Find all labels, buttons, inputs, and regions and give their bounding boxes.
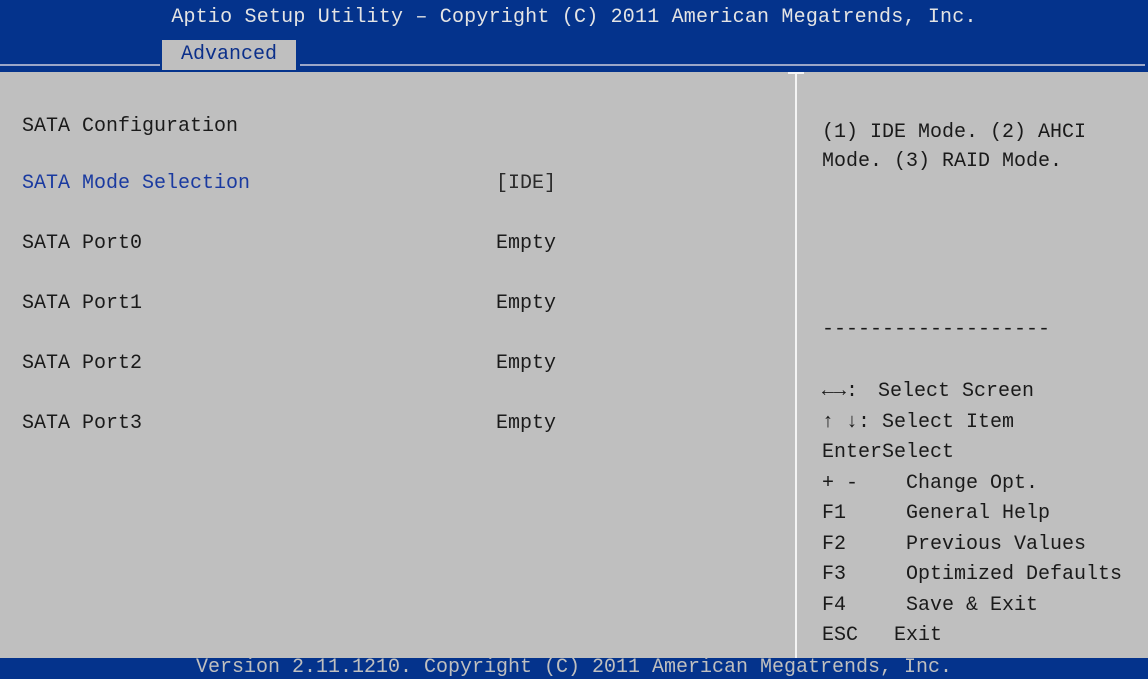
key-name: F3 xyxy=(822,563,847,586)
section-title-label: SATA Configuration xyxy=(22,115,239,138)
key-row-general-help: F1 General Help xyxy=(822,502,1122,533)
key-row-optimized-defaults: F3 Optimized Defaults xyxy=(822,563,1122,594)
key-legend: ←→: Select Screen ↑ ↓: Select Item Enter… xyxy=(822,380,1122,655)
key-desc: Save & Exit xyxy=(906,593,1039,617)
section-title: SATA Configuration xyxy=(22,115,782,141)
key-desc: General Help xyxy=(906,502,1051,525)
key-row-select-screen: ←→: Select Screen xyxy=(822,380,1122,411)
row-value: Empty xyxy=(496,352,557,375)
key-name: F1 xyxy=(822,502,847,525)
row-sata-port2: SATA Port2 Empty xyxy=(22,352,782,378)
tab-advanced[interactable]: Advanced xyxy=(162,40,296,70)
key-row-save-exit: F4 Save & Exit xyxy=(822,594,1122,625)
key-row-change-opt: + - Change Opt. xyxy=(822,472,1122,503)
key-name: + - xyxy=(822,471,859,495)
bios-setup-screen: Aptio Setup Utility – Copyright (C) 2011… xyxy=(0,0,1148,679)
key-name: ←→: xyxy=(822,380,859,403)
key-name: EnterSelect xyxy=(822,441,955,464)
header-bar: Aptio Setup Utility – Copyright (C) 2011… xyxy=(0,0,1148,72)
key-desc: Previous Values xyxy=(906,532,1087,556)
row-sata-port1: SATA Port1 Empty xyxy=(22,292,782,318)
footer-version: Version 2.11.1210. Copyright (C) 2011 Am… xyxy=(195,656,953,679)
key-desc: Select Item xyxy=(882,410,1015,434)
row-sata-mode-selection[interactable]: SATA Mode Selection [IDE] xyxy=(22,172,782,198)
key-name: F4 xyxy=(822,593,847,617)
row-value: Empty xyxy=(496,292,557,315)
tab-underline xyxy=(0,64,160,66)
key-name: ESC xyxy=(822,624,859,647)
key-row-exit: ESC Exit xyxy=(822,624,1122,655)
help-line: Mode. (3) RAID Mode. xyxy=(822,150,1063,173)
row-sata-port3: SATA Port3 Empty xyxy=(22,412,782,438)
key-row-enter-select: EnterSelect xyxy=(822,441,1122,472)
help-separator: ------------------- xyxy=(822,318,1051,341)
key-row-select-item: ↑ ↓: Select Item xyxy=(822,411,1122,442)
key-desc: Change Opt. xyxy=(906,471,1039,495)
panel-divider xyxy=(795,72,797,658)
row-label: SATA Port3 xyxy=(22,412,143,435)
key-desc: Optimized Defaults xyxy=(906,563,1123,586)
row-value[interactable]: [IDE] xyxy=(496,172,556,195)
header-title: Aptio Setup Utility – Copyright (C) 2011… xyxy=(171,6,977,29)
key-desc: Select Screen xyxy=(878,380,1035,403)
key-name: ↑ ↓: xyxy=(822,410,871,434)
row-label: SATA Port1 xyxy=(22,292,143,315)
row-sata-port0: SATA Port0 Empty xyxy=(22,232,782,258)
help-description: (1) IDE Mode. (2) AHCI Mode. (3) RAID Mod… xyxy=(822,118,1142,176)
footer-bar: Version 2.11.1210. Copyright (C) 2011 Am… xyxy=(0,656,1148,679)
key-desc: Exit xyxy=(894,624,943,647)
row-value: Empty xyxy=(496,412,557,435)
help-line: (1) IDE Mode. (2) AHCI xyxy=(822,121,1087,144)
key-row-previous-values: F2 Previous Values xyxy=(822,533,1122,564)
tab-underline xyxy=(300,64,1145,66)
row-label: SATA Port2 xyxy=(22,352,143,375)
row-value: Empty xyxy=(496,232,557,255)
key-name: F2 xyxy=(822,532,847,556)
row-label: SATA Port0 xyxy=(22,232,143,255)
row-label: SATA Mode Selection xyxy=(22,172,251,195)
